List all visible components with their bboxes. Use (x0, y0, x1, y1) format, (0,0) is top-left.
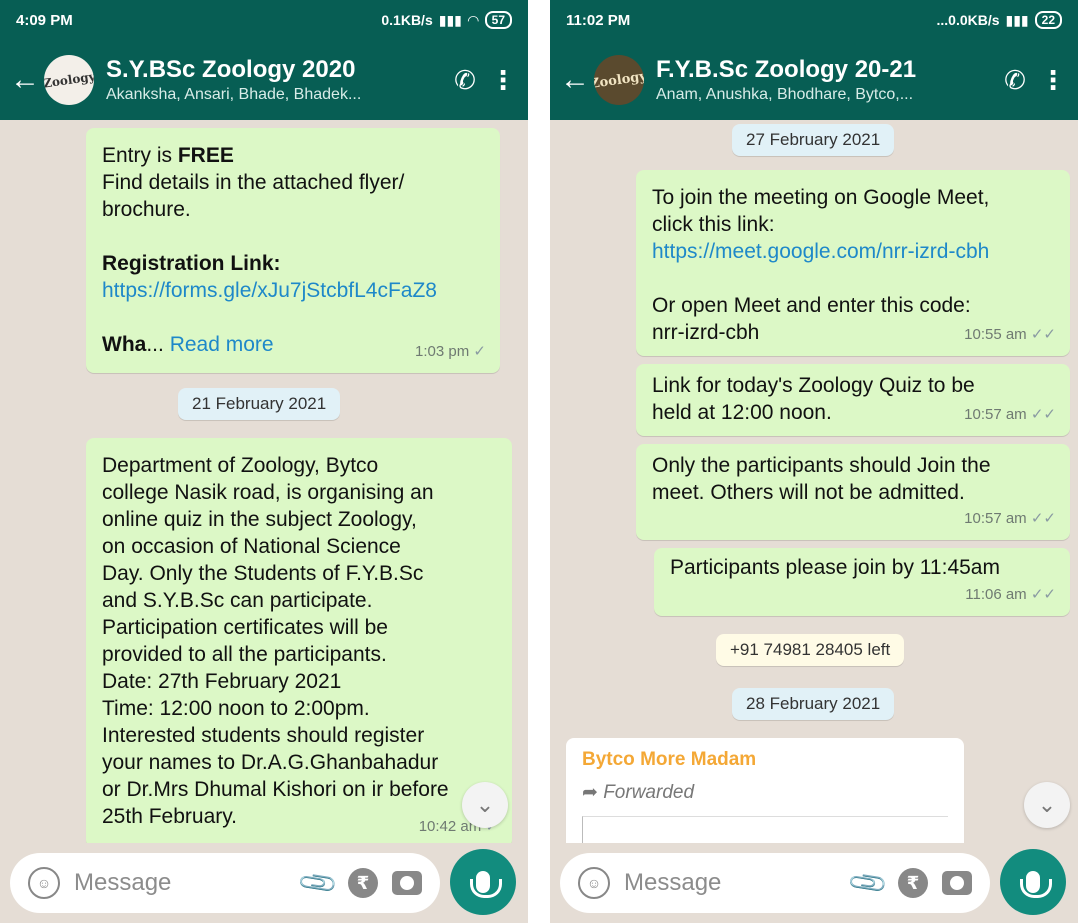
group-members: Anam, Anushka, Bhodhare, Bytco,... (656, 86, 914, 103)
group-title: S.Y.BSc Zoology 2020 (106, 56, 356, 83)
attach-icon[interactable]: 📎 (295, 861, 340, 906)
chat-area[interactable]: Entry is FREE Find details in the attach… (0, 120, 528, 843)
more-vert-icon[interactable]: ⋮ (1038, 65, 1068, 96)
emoji-icon[interactable]: ☺ (28, 867, 60, 899)
double-tick-icon: ✓✓ (1030, 326, 1056, 343)
forwarded-label: ➦ Forwarded (582, 782, 695, 803)
date-separator: 28 February 2021 (732, 688, 895, 720)
group-members: Akanksha, Ansari, Bhade, Bhadek... (106, 86, 362, 103)
system-message: +91 74981 28405 left (716, 634, 905, 666)
mic-icon[interactable] (1000, 849, 1066, 915)
composer: ☺ Message 📎 ₹ (0, 843, 528, 923)
battery-indicator: 57 (484, 11, 512, 29)
read-more-link[interactable]: Read more (170, 333, 274, 356)
emoji-icon[interactable]: ☺ (578, 867, 610, 899)
attach-icon[interactable]: 📎 (845, 861, 890, 906)
forwarded-content[interactable] (582, 816, 948, 843)
signal-icon: ▮▮▮ (1005, 11, 1029, 28)
message-bubble[interactable]: Entry is FREE Find details in the attach… (86, 128, 500, 373)
chat-area[interactable]: 27 February 2021 To join the meeting on … (550, 120, 1078, 843)
rupee-icon[interactable]: ₹ (348, 868, 378, 898)
message-bubble[interactable]: To join the meeting on Google Meet, clic… (636, 170, 1070, 356)
add-call-icon[interactable]: ✆ (442, 65, 488, 96)
meet-link[interactable]: https://meet.google.com/nrr-izrd-cbh (652, 238, 1054, 265)
camera-icon[interactable] (942, 871, 972, 895)
scroll-down-icon[interactable]: ⌄ (1024, 782, 1070, 828)
status-bar: 4:09 PM 0.1KB/s ▮▮▮ ◠ 57 (0, 0, 528, 40)
single-tick-icon: ✓ (473, 343, 486, 360)
camera-icon[interactable] (392, 871, 422, 895)
message-placeholder[interactable]: Message (74, 869, 288, 897)
rupee-icon[interactable]: ₹ (898, 868, 928, 898)
registration-link[interactable]: https://forms.gle/xJu7jStcbfL4cFaZ8 (102, 277, 484, 304)
message-time: 11:06 am ✓✓ (965, 586, 1056, 603)
add-call-icon[interactable]: ✆ (992, 65, 1038, 96)
message-time: 10:57 am ✓✓ (964, 510, 1056, 527)
double-tick-icon: ✓✓ (1030, 586, 1056, 603)
message-bubble[interactable]: Department of Zoology, Bytco college Nas… (86, 438, 512, 843)
mic-icon[interactable] (450, 849, 516, 915)
status-indicators: ...0.0KB/s ▮▮▮ 22 (936, 11, 1062, 29)
incoming-message-bubble[interactable]: Bytco More Madam ➦ Forwarded (566, 738, 964, 843)
chat-header: ← Zoology S.Y.BSc Zoology 2020 Akanksha,… (0, 40, 528, 120)
message-time: 1:03 pm ✓ (415, 343, 486, 360)
scroll-down-icon[interactable]: ⌄ (462, 782, 508, 828)
message-input[interactable]: ☺ Message 📎 ₹ (10, 853, 440, 913)
chat-header: ← Zoology F.Y.B.Sc Zoology 20-21 Anam, A… (550, 40, 1078, 120)
group-title: F.Y.B.Sc Zoology 20-21 (656, 56, 917, 83)
double-tick-icon: ✓✓ (1030, 406, 1056, 423)
composer: ☺ Message 📎 ₹ (550, 843, 1078, 923)
group-info[interactable]: S.Y.BSc Zoology 2020 Akanksha, Ansari, B… (106, 56, 442, 104)
message-time: 10:55 am ✓✓ (964, 326, 1056, 343)
status-bar: 11:02 PM ...0.0KB/s ▮▮▮ 22 (550, 0, 1078, 40)
message-placeholder[interactable]: Message (624, 869, 838, 897)
status-time: 11:02 PM (566, 11, 631, 29)
date-separator: 21 February 2021 (178, 388, 341, 420)
back-arrow-icon[interactable]: ← (10, 63, 44, 97)
status-indicators: 0.1KB/s ▮▮▮ ◠ 57 (381, 11, 512, 29)
network-speed: 0.1KB/s (381, 12, 433, 28)
group-avatar[interactable]: Zoology (44, 55, 94, 105)
message-time: 10:57 am ✓✓ (964, 406, 1056, 423)
left-screen: 4:09 PM 0.1KB/s ▮▮▮ ◠ 57 ← Zoology S.Y.B… (0, 0, 528, 923)
wifi-icon: ◠ (467, 11, 479, 28)
right-screen: 11:02 PM ...0.0KB/s ▮▮▮ 22 ← Zoology F.Y… (550, 0, 1078, 923)
signal-icon: ▮▮▮ (438, 11, 462, 28)
message-bubble[interactable]: Participants please join by 11:45am 11:0… (654, 548, 1070, 616)
battery-indicator: 22 (1034, 11, 1062, 29)
status-time: 4:09 PM (16, 11, 73, 29)
network-speed: ...0.0KB/s (936, 12, 1000, 28)
double-tick-icon: ✓✓ (1030, 510, 1056, 527)
group-avatar[interactable]: Zoology (594, 55, 644, 105)
registration-label: Registration Link: (102, 252, 281, 275)
group-info[interactable]: F.Y.B.Sc Zoology 20-21 Anam, Anushka, Bh… (656, 56, 992, 104)
forward-icon: ➦ (582, 782, 598, 803)
message-bubble[interactable]: Only the participants should Join the me… (636, 444, 1070, 540)
date-separator: 27 February 2021 (732, 124, 895, 156)
message-input[interactable]: ☺ Message 📎 ₹ (560, 853, 990, 913)
back-arrow-icon[interactable]: ← (560, 63, 594, 97)
sender-name[interactable]: Bytco More Madam (582, 746, 948, 773)
more-vert-icon[interactable]: ⋮ (488, 65, 518, 96)
message-bubble[interactable]: Link for today's Zoology Quiz to be held… (636, 364, 1070, 436)
